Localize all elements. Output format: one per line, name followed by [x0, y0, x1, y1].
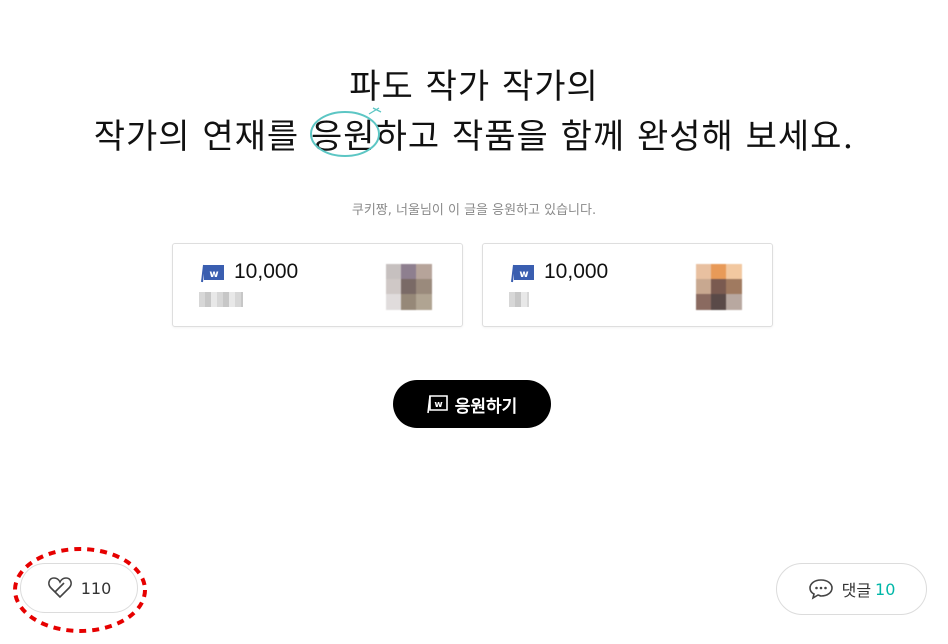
svg-text:w: w	[434, 400, 442, 410]
support-cards: w 10,000 w 10,000	[172, 243, 774, 327]
svg-text:w: w	[519, 269, 528, 280]
headline-line-1: 파도 작가 작가의	[349, 67, 599, 107]
comment-button[interactable]: 댓글 10	[776, 563, 927, 615]
supporter-name-redacted	[199, 292, 243, 307]
headline-highlight: 응원	[310, 107, 382, 162]
headline-line-2-after: 하고 작품을 함께 완성해 보세요.	[375, 117, 855, 157]
support-card[interactable]: w 10,000	[172, 243, 463, 327]
svg-text:w: w	[209, 269, 218, 280]
coin-icon: w	[426, 395, 448, 414]
like-button[interactable]: 110	[20, 563, 138, 613]
support-button[interactable]: w 응원하기	[393, 380, 551, 428]
headline-line-2-before: 작가의 연재를	[93, 117, 312, 157]
support-card[interactable]: w 10,000	[482, 243, 773, 327]
heart-icon	[47, 577, 72, 599]
headline: 파도 작가 작가의 작가의 연재를 응원 하고 작품을 함께 완성해 보세요.	[0, 62, 948, 162]
like-count: 110	[80, 578, 112, 598]
comment-label: 댓글	[841, 581, 872, 600]
coin-icon: w	[201, 264, 224, 283]
coin-icon: w	[511, 264, 534, 283]
support-section: 파도 작가 작가의 작가의 연재를 응원 하고 작품을 함께 완성해 보세요. 쿠…	[0, 0, 948, 644]
supporters-caption: 쿠키짱, 너울님이 이 글을 응원하고 있습니다.	[351, 203, 597, 218]
avatar	[386, 264, 432, 310]
headline-line-2: 작가의 연재를 응원 하고 작품을 함께 완성해 보세요.	[0, 107, 948, 162]
support-amount: 10,000	[544, 260, 609, 283]
support-amount: 10,000	[234, 260, 299, 283]
support-button-label: 응원하기	[454, 396, 518, 417]
supporter-name-redacted	[509, 292, 529, 307]
avatar	[696, 264, 742, 310]
speech-bubble-icon	[808, 579, 833, 600]
comment-count: 10	[875, 579, 896, 599]
